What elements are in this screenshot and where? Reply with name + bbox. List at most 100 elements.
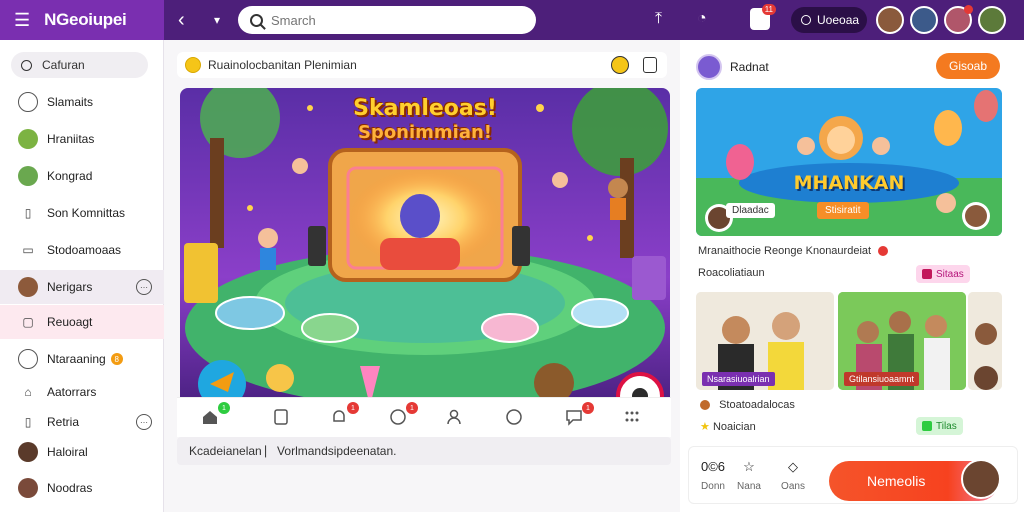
chat-icon[interactable]: 1 <box>565 402 594 428</box>
sidebar-search-label: Cafuran <box>42 58 85 72</box>
upload-icon[interactable]: ⤒ <box>655 10 662 28</box>
options-icon[interactable]: ⋯ <box>136 279 152 295</box>
post-subtitle: ★ Noaician <box>700 420 756 433</box>
search-input[interactable] <box>271 12 511 28</box>
count-badge: 1 <box>406 402 418 414</box>
action-bar: 1 1 1 1 <box>177 397 671 437</box>
stat-counter[interactable]: 0©6 Donn <box>693 459 733 492</box>
clock-icon[interactable]: ◔ <box>697 10 707 28</box>
secondary-search-button[interactable]: Uoeoaa <box>791 7 867 33</box>
sidebar-item[interactable]: Hraniitas <box>0 122 164 156</box>
square-icon: ▢ <box>22 315 34 329</box>
clock-icon[interactable]: 1 <box>389 402 418 428</box>
photo-image <box>968 292 1002 390</box>
tag-label: Tilas <box>936 420 957 432</box>
search-icon <box>21 59 32 71</box>
right-panel: Radnat Gisoab MHANKAN Dlaadac Stisiratit… <box>680 40 1024 512</box>
emoji-icon[interactable] <box>611 56 629 74</box>
sidebar-item[interactable]: ⌂ Aatorrars <box>0 375 164 409</box>
grid-icon[interactable] <box>623 408 643 428</box>
sidebar-item[interactable]: ▯ Son Komnittas <box>0 196 164 230</box>
footer-actions: 0©6 Donn ☆ Nana ◇ Oans Nemeolis <box>688 446 1018 504</box>
smiley-icon[interactable] <box>505 408 525 428</box>
search-bar[interactable] <box>238 6 536 34</box>
sidebar-item-label: Son Komnittas <box>47 206 126 220</box>
sidebar-item[interactable]: Slamaits <box>0 85 164 119</box>
sidebar-item-label: Ntaraaning <box>47 352 106 366</box>
options-icon[interactable]: ⋯ <box>136 414 152 430</box>
avatar <box>961 459 1001 499</box>
stat-label: Donn <box>701 481 725 492</box>
avatar[interactable] <box>978 6 1006 34</box>
live-dot <box>878 246 889 257</box>
hamburger-menu-icon[interactable]: ☰ <box>14 11 30 29</box>
photo-thumbnail[interactable]: Nsarasiuoalrian <box>696 292 834 390</box>
sidebar-item[interactable]: ▯ Retria ⋯ <box>0 405 164 439</box>
sidebar-item-label: Nerigars <box>47 280 93 294</box>
avatar-icon <box>18 129 38 149</box>
sidebar-item[interactable]: Noodras <box>0 471 164 505</box>
hero-subtitle: Sponimmian! <box>357 122 493 143</box>
avatar-icon <box>18 442 38 462</box>
sidebar-item-label: Hraniitas <box>47 132 95 146</box>
post-subtitle: Roacoliatiaun <box>698 267 765 279</box>
tag-pill[interactable]: Sitaas <box>916 265 970 283</box>
primary-cta-button[interactable]: Nemeolis <box>829 459 1001 501</box>
photo-label: Nsarasiuoalrian <box>702 372 775 386</box>
photo-thumbnail[interactable]: Gtilansiuoaamnt <box>838 292 966 390</box>
document-icon[interactable] <box>272 408 292 428</box>
circle-icon <box>18 92 38 112</box>
star-button[interactable]: ☆ Nana <box>729 459 769 492</box>
sidebar-item[interactable]: Kongrad <box>0 159 164 193</box>
top-bar: ☰ NGeoiupei ‹ ▾ <box>0 0 1024 40</box>
avatar-icon <box>18 277 38 297</box>
hero-title: Skamleoas! <box>353 96 497 121</box>
avatar[interactable] <box>944 5 973 34</box>
sidebar-item[interactable]: Nerigars ⋯ <box>0 270 164 304</box>
notification-badge: 11 <box>761 4 776 15</box>
header-action-button[interactable]: Gisoab <box>936 53 1000 79</box>
post-title: Mranaithocie Reonge Knonaurdeiat <box>698 245 889 257</box>
banner-title: MHANKAN <box>793 172 905 194</box>
featured-banner[interactable]: MHANKAN Dlaadac Stisiratit <box>696 88 1002 236</box>
count-badge: 1 <box>582 402 594 414</box>
avatar[interactable] <box>876 6 904 34</box>
sidebar-item-label: Kongrad <box>47 169 93 183</box>
avatar[interactable] <box>910 6 938 34</box>
back-arrow-icon[interactable]: ‹ <box>178 9 198 32</box>
chevron-down-icon[interactable]: ▾ <box>214 13 228 27</box>
tag-pill[interactable]: Tilas <box>916 417 963 435</box>
caption: Kcadeianelan ⎸Vorlmandsipdeenatan. <box>177 437 671 465</box>
tag-button[interactable]: ◇ Oans <box>773 459 813 492</box>
breadcrumb: Ruainolocbanitan Plenimian <box>177 52 667 78</box>
bell-icon[interactable]: 1 <box>330 402 359 428</box>
search-icon <box>250 13 263 27</box>
bookmark-icon: ▯ <box>24 415 32 429</box>
post-title-text: Stoatoadalocas <box>719 399 795 411</box>
person-icon[interactable] <box>445 408 465 428</box>
app-name: NGeoiupei <box>44 10 127 29</box>
post-title: Stoatoadalocas <box>700 399 795 411</box>
banner-tag[interactable]: Stisiratit <box>817 202 869 219</box>
avatar[interactable] <box>696 54 722 80</box>
smile-icon <box>185 57 201 73</box>
breadcrumb-label: Ruainolocbanitan Plenimian <box>208 58 357 72</box>
notification-button[interactable]: 11 <box>750 4 776 30</box>
sidebar-item[interactable]: ▭ Stodoamoaas <box>0 233 164 267</box>
count-badge: 1 <box>218 402 230 414</box>
sidebar-item[interactable]: Ntaraaning 8 <box>0 342 164 376</box>
sidebar-search[interactable]: Cafuran <box>11 52 148 78</box>
hero-illustration[interactable]: Skamleoas! Sponimmian! <box>180 88 670 432</box>
sidebar-item-label: Noodras <box>47 481 93 495</box>
photo-thumbnail[interactable] <box>968 292 1002 390</box>
sidebar: Cafuran Slamaits Hraniitas Kongrad ▯ Son… <box>0 40 164 512</box>
cta-label: Nemeolis <box>867 473 926 489</box>
tag-icon: ◇ <box>788 459 798 474</box>
sidebar-item[interactable]: Haloiral <box>0 435 164 469</box>
sidebar-item-label: Retria <box>47 415 80 429</box>
circle-icon <box>18 349 38 369</box>
save-icon[interactable] <box>643 57 657 73</box>
star-icon: ★ <box>700 421 710 433</box>
home-icon[interactable]: 1 <box>201 402 230 428</box>
sidebar-item[interactable]: ▢ Reuoagt <box>0 305 164 339</box>
